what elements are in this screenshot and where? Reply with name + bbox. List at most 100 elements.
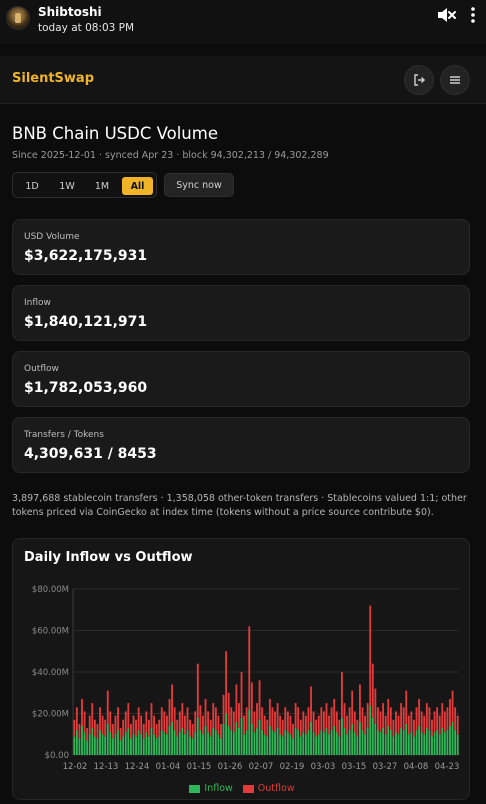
bar-inflow bbox=[243, 734, 246, 755]
bar-inflow bbox=[127, 728, 130, 755]
inflow-outflow-chart[interactable]: $0.00 $20.00M $40.00M $60.00M $80.00M 12-02 12… bbox=[13, 539, 471, 801]
bar-inflow bbox=[302, 732, 305, 755]
bar-inflow bbox=[441, 728, 444, 755]
bar-outflow bbox=[299, 719, 302, 737]
range-1d[interactable]: 1D bbox=[19, 177, 45, 195]
bar-inflow bbox=[73, 736, 76, 755]
bar-outflow bbox=[356, 719, 359, 737]
bar-outflow bbox=[371, 663, 374, 718]
bar-inflow bbox=[99, 730, 101, 755]
bar-outflow bbox=[402, 707, 405, 731]
bar-outflow bbox=[359, 684, 361, 722]
bar-outflow bbox=[420, 711, 423, 733]
bar-outflow bbox=[312, 711, 315, 733]
bar-outflow bbox=[369, 605, 372, 706]
sync-now-button[interactable]: Sync now bbox=[164, 173, 234, 197]
bar-inflow bbox=[176, 736, 179, 755]
stat-card-transfers-tokens: Transfers / Tokens 4,309,631 / 8453 bbox=[12, 417, 470, 473]
bar-outflow bbox=[212, 703, 215, 729]
bar-inflow bbox=[214, 730, 217, 755]
logout-button[interactable] bbox=[404, 65, 434, 95]
chart-card: $0.00 $20.00M $40.00M $60.00M $80.00M 12-02 12… bbox=[12, 538, 470, 800]
bar-outflow bbox=[109, 711, 112, 733]
bar-inflow bbox=[91, 728, 94, 755]
bar-outflow bbox=[310, 686, 312, 722]
range-1w[interactable]: 1W bbox=[53, 177, 81, 195]
brand-logo[interactable]: SilentSwap bbox=[12, 71, 94, 86]
bar-outflow bbox=[243, 715, 246, 735]
x-tick-label: 03-27 bbox=[373, 762, 398, 772]
bar-inflow bbox=[387, 725, 390, 755]
bar-outflow bbox=[423, 715, 426, 735]
bar-outflow bbox=[220, 723, 222, 739]
bar-inflow bbox=[374, 723, 377, 755]
x-tick-label: 03-15 bbox=[342, 762, 367, 772]
menu-button[interactable] bbox=[440, 65, 470, 95]
bar-outflow bbox=[114, 715, 117, 735]
bar-inflow bbox=[423, 734, 426, 755]
bar-inflow bbox=[114, 734, 117, 755]
bar-outflow bbox=[433, 711, 436, 733]
volume-mute-icon[interactable] bbox=[436, 6, 456, 24]
bar-inflow bbox=[325, 728, 328, 755]
legend-item-outflow[interactable]: Outflow bbox=[242, 783, 295, 794]
bar-outflow bbox=[438, 715, 441, 735]
bar-outflow bbox=[196, 663, 199, 718]
bar-outflow bbox=[366, 703, 369, 729]
bar-inflow bbox=[431, 736, 433, 755]
bar-outflow bbox=[353, 711, 356, 733]
bar-inflow bbox=[168, 725, 171, 755]
bar-inflow bbox=[415, 730, 418, 755]
bar-outflow bbox=[333, 698, 336, 726]
bar-inflow bbox=[140, 734, 143, 755]
bar-inflow bbox=[166, 734, 168, 755]
avatar[interactable] bbox=[6, 6, 30, 30]
bar-inflow bbox=[209, 736, 212, 755]
bar-outflow bbox=[147, 719, 150, 737]
bar-inflow bbox=[289, 734, 292, 755]
bar-inflow bbox=[81, 725, 83, 755]
bar-outflow bbox=[410, 711, 413, 733]
bar-inflow bbox=[348, 730, 351, 755]
bar-outflow bbox=[258, 680, 261, 720]
legend-swatch bbox=[189, 784, 201, 793]
bar-inflow bbox=[346, 734, 348, 755]
bar-inflow bbox=[454, 730, 457, 755]
bar-inflow bbox=[238, 728, 240, 755]
bar-inflow bbox=[199, 730, 202, 755]
bar-inflow bbox=[106, 723, 109, 755]
bar-inflow bbox=[256, 728, 258, 755]
bar-inflow bbox=[428, 730, 431, 755]
stat-card-inflow: Inflow $1,840,121,971 bbox=[12, 285, 470, 341]
y-tick-label: $80.00M bbox=[32, 585, 69, 595]
legend-item-inflow[interactable]: Inflow bbox=[189, 783, 233, 794]
bar-inflow bbox=[158, 736, 161, 755]
bar-inflow bbox=[153, 734, 155, 755]
bar-inflow bbox=[310, 721, 312, 755]
bar-inflow bbox=[315, 736, 318, 755]
more-vertical-icon[interactable] bbox=[468, 6, 478, 24]
bar-outflow bbox=[284, 707, 287, 731]
bar-inflow bbox=[377, 730, 379, 755]
bar-inflow bbox=[351, 723, 354, 755]
bar-outflow bbox=[343, 703, 346, 729]
bar-outflow bbox=[181, 703, 184, 729]
bar-outflow bbox=[230, 707, 233, 731]
bar-inflow bbox=[202, 734, 204, 755]
bar-outflow bbox=[106, 690, 109, 724]
bar-inflow bbox=[443, 732, 446, 755]
range-all[interactable]: All bbox=[122, 177, 153, 195]
y-tick-label: $20.00M bbox=[32, 710, 69, 720]
bar-inflow bbox=[276, 728, 279, 755]
y-tick-label: $0.00 bbox=[45, 751, 69, 761]
bar-outflow bbox=[186, 707, 189, 731]
bar-outflow bbox=[441, 703, 444, 729]
chart-title: Daily Inflow vs Outflow bbox=[24, 550, 193, 565]
range-1m[interactable]: 1M bbox=[88, 177, 116, 195]
bar-outflow bbox=[377, 707, 379, 731]
bar-outflow bbox=[140, 715, 143, 735]
bar-inflow bbox=[420, 732, 423, 755]
bar-outflow bbox=[407, 715, 410, 735]
bar-outflow bbox=[217, 715, 220, 735]
bar-inflow bbox=[222, 723, 225, 755]
